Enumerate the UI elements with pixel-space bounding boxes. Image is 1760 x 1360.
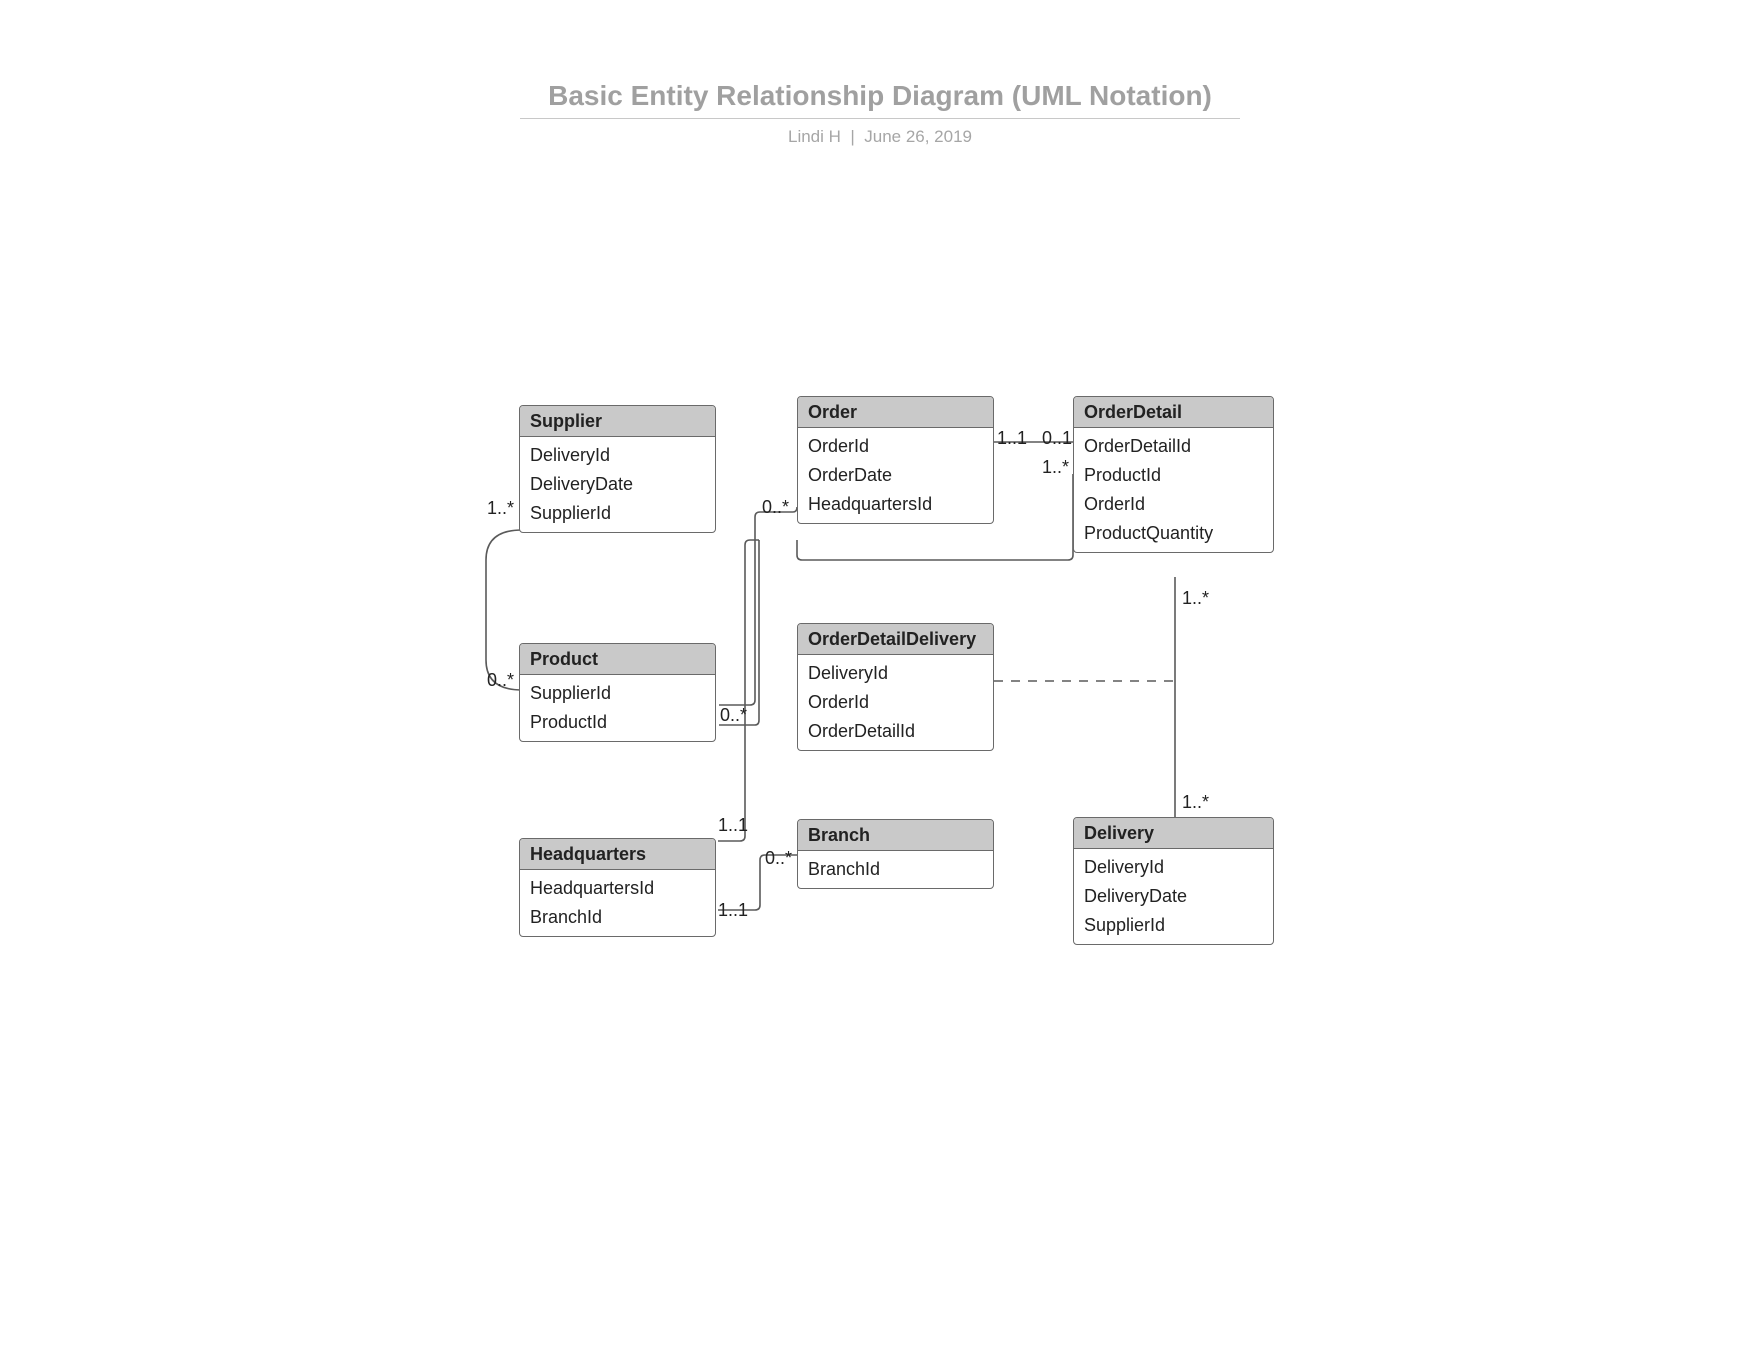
entity-body: HeadquartersId BranchId bbox=[520, 870, 715, 936]
attr: SupplierId bbox=[530, 499, 705, 528]
attr: ProductQuantity bbox=[1084, 519, 1263, 548]
entity-body: SupplierId ProductId bbox=[520, 675, 715, 741]
attr: OrderDetailId bbox=[1084, 432, 1263, 461]
entity-body: OrderId OrderDate HeadquartersId bbox=[798, 428, 993, 523]
entity-body: DeliveryId OrderId OrderDetailId bbox=[798, 655, 993, 750]
attr: ProductId bbox=[1084, 461, 1263, 490]
mult-order-left: 0..* bbox=[762, 497, 789, 518]
entity-headquarters: Headquarters HeadquartersId BranchId bbox=[519, 838, 716, 937]
mult-branch-left: 0..* bbox=[765, 848, 792, 869]
entity-header: OrderDetailDelivery bbox=[798, 624, 993, 655]
mult-orderdetail-prod: 1..* bbox=[1042, 457, 1069, 478]
entity-orderdetail: OrderDetail OrderDetailId ProductId Orde… bbox=[1073, 396, 1274, 553]
mult-supplier: 1..* bbox=[487, 498, 514, 519]
entity-header: Supplier bbox=[520, 406, 715, 437]
mult-order-right: 1..1 bbox=[997, 428, 1027, 449]
entity-order: Order OrderId OrderDate HeadquartersId bbox=[797, 396, 994, 524]
attr: OrderDetailId bbox=[808, 717, 983, 746]
mult-od-del-bot: 1..* bbox=[1182, 792, 1209, 813]
entity-product: Product SupplierId ProductId bbox=[519, 643, 716, 742]
entity-body: DeliveryId DeliveryDate SupplierId bbox=[1074, 849, 1273, 944]
entity-orderdetaildelivery: OrderDetailDelivery DeliveryId OrderId O… bbox=[797, 623, 994, 751]
attr: DeliveryId bbox=[1084, 853, 1263, 882]
diagram-canvas: Supplier DeliveryId DeliveryDate Supplie… bbox=[0, 0, 1760, 1360]
attr: SupplierId bbox=[530, 679, 705, 708]
entity-branch: Branch BranchId bbox=[797, 819, 994, 889]
entity-body: BranchId bbox=[798, 851, 993, 888]
mult-product-right: 0..* bbox=[720, 705, 747, 726]
attr: OrderDate bbox=[808, 461, 983, 490]
attr: DeliveryDate bbox=[1084, 882, 1263, 911]
entity-header: Headquarters bbox=[520, 839, 715, 870]
mult-hq-top: 1..1 bbox=[718, 815, 748, 836]
entity-delivery: Delivery DeliveryId DeliveryDate Supplie… bbox=[1073, 817, 1274, 945]
attr: BranchId bbox=[808, 855, 983, 884]
attr: OrderId bbox=[808, 432, 983, 461]
attr: OrderId bbox=[808, 688, 983, 717]
attr: BranchId bbox=[530, 903, 705, 932]
entity-header: Branch bbox=[798, 820, 993, 851]
mult-hq-branch: 1..1 bbox=[718, 900, 748, 921]
attr: OrderId bbox=[1084, 490, 1263, 519]
mult-od-del-top: 1..* bbox=[1182, 588, 1209, 609]
attr: ProductId bbox=[530, 708, 705, 737]
attr: DeliveryId bbox=[808, 659, 983, 688]
attr: DeliveryId bbox=[530, 441, 705, 470]
entity-header: Delivery bbox=[1074, 818, 1273, 849]
mult-product-left: 0..* bbox=[487, 670, 514, 691]
entity-body: DeliveryId DeliveryDate SupplierId bbox=[520, 437, 715, 532]
entity-header: OrderDetail bbox=[1074, 397, 1273, 428]
entity-body: OrderDetailId ProductId OrderId ProductQ… bbox=[1074, 428, 1273, 552]
attr: HeadquartersId bbox=[530, 874, 705, 903]
entity-header: Order bbox=[798, 397, 993, 428]
attr: SupplierId bbox=[1084, 911, 1263, 940]
entity-supplier: Supplier DeliveryId DeliveryDate Supplie… bbox=[519, 405, 716, 533]
entity-header: Product bbox=[520, 644, 715, 675]
attr: HeadquartersId bbox=[808, 490, 983, 519]
mult-orderdetail-left: 0..1 bbox=[1042, 428, 1072, 449]
attr: DeliveryDate bbox=[530, 470, 705, 499]
